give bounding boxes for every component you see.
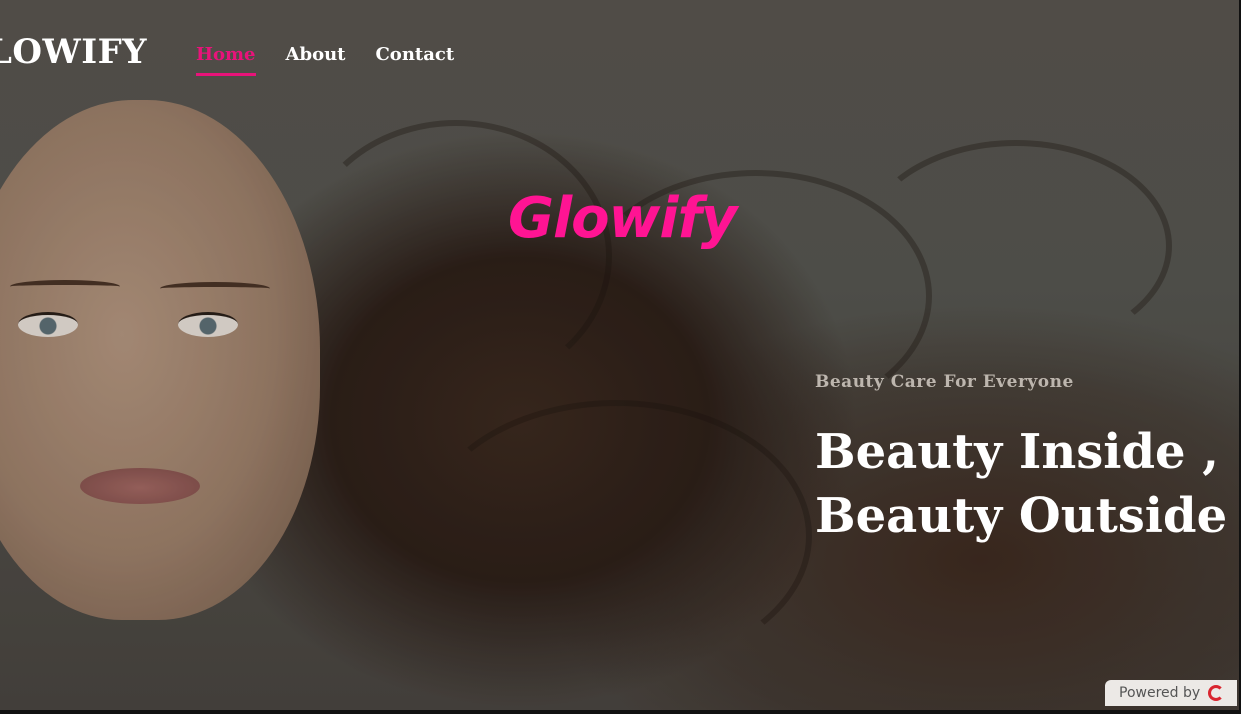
hero-headline: Beauty Inside , Beauty Outside [815, 420, 1235, 548]
nav-home[interactable]: Home [196, 44, 256, 76]
site-brand[interactable]: LOWIFY [0, 32, 147, 72]
hero-logo-text: Glowify [508, 186, 737, 251]
brand-swirl-icon [1208, 685, 1225, 701]
hero-overlay [0, 0, 1239, 710]
window-border-bottom [0, 710, 1241, 714]
nav-about[interactable]: About [286, 44, 346, 76]
main-nav: Home About Contact [196, 44, 454, 76]
nav-contact[interactable]: Contact [375, 44, 454, 76]
powered-by-label: Powered by [1119, 685, 1201, 701]
hero-banner: LOWIFY Home About Contact Glowify Beauty… [0, 0, 1239, 710]
powered-by-badge[interactable]: Powered by [1105, 680, 1237, 706]
hero-tagline: Beauty Care For Everyone [815, 372, 1074, 392]
headline-line-1: Beauty Inside , [815, 424, 1220, 480]
headline-line-2: Beauty Outside [815, 488, 1228, 544]
